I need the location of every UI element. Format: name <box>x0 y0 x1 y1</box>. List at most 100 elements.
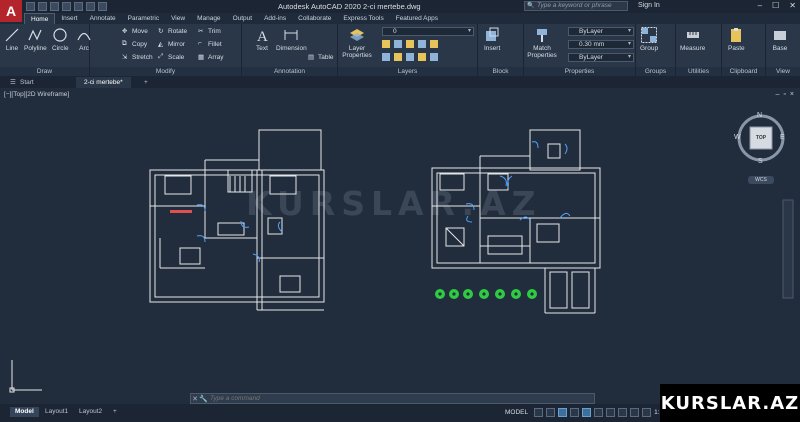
polyline-button[interactable]: Polyline <box>24 27 47 52</box>
line-button[interactable]: Line <box>4 27 20 52</box>
grid-icon[interactable] <box>534 408 544 417</box>
tab-insert[interactable]: Insert <box>55 13 83 24</box>
dimension-button[interactable]: Dimension <box>276 27 307 52</box>
selection-cycling-icon[interactable] <box>630 408 640 417</box>
new-tab-button[interactable]: + <box>140 77 152 88</box>
color-dropdown[interactable]: ByLayer <box>568 27 634 36</box>
viewcube-top-label[interactable]: TOP <box>750 135 772 141</box>
fillet-button[interactable]: ⌐ Fillet <box>198 40 222 48</box>
layer-isolate-icon[interactable] <box>394 40 402 48</box>
wcs-menu[interactable]: WCS <box>748 176 774 184</box>
layer-unisolate-icon[interactable] <box>394 53 402 61</box>
viewcube-east-label[interactable]: E <box>780 134 785 141</box>
tab-view[interactable]: View <box>165 13 191 24</box>
open-icon[interactable] <box>38 2 47 11</box>
measure-button[interactable]: Measure <box>680 27 705 52</box>
mirror-button[interactable]: ◭ Mirror <box>158 40 185 49</box>
array-button[interactable]: ▦ Array <box>198 53 224 62</box>
command-close-icon[interactable]: ✕ <box>191 395 199 403</box>
layer-off-icon[interactable] <box>430 40 438 48</box>
ortho-icon[interactable] <box>558 408 568 417</box>
redo-icon[interactable] <box>98 2 107 11</box>
otrack-icon[interactable] <box>594 408 604 417</box>
save-icon[interactable] <box>50 2 59 11</box>
plot-icon[interactable] <box>74 2 83 11</box>
view-panel-title[interactable]: View <box>766 67 800 76</box>
tab-add-ins[interactable]: Add-ins <box>258 13 292 24</box>
search-input[interactable]: Type a keyword or phrase <box>524 1 628 11</box>
autocad-logo-button[interactable]: A <box>0 0 22 22</box>
layer-dropdown[interactable]: 0 <box>382 27 474 36</box>
layer-merge-icon[interactable] <box>418 53 426 61</box>
new-icon[interactable] <box>26 2 35 11</box>
rotate-button[interactable]: ↻ Rotate <box>158 27 187 36</box>
layers-panel-title[interactable]: Layers <box>338 67 477 76</box>
maximize-icon[interactable]: ☐ <box>772 1 779 10</box>
undo-icon[interactable] <box>86 2 95 11</box>
close-icon[interactable]: ✕ <box>789 1 796 10</box>
copy-button[interactable]: ⧉ Copy <box>122 40 147 48</box>
paste-button[interactable]: Paste <box>728 27 745 52</box>
doc-tab-start[interactable]: Start <box>12 77 42 88</box>
layer-freeze-icon[interactable] <box>382 40 390 48</box>
save-as-icon[interactable] <box>62 2 71 11</box>
stretch-button[interactable]: ⇲ Stretch <box>122 53 153 62</box>
line-icon <box>5 28 19 42</box>
lineweight-dropdown[interactable]: 0.30 mm <box>568 40 634 49</box>
layer-match-icon[interactable] <box>418 40 426 48</box>
tab-home[interactable]: Home <box>24 13 56 24</box>
annotation-panel-title[interactable]: Annotation <box>242 67 337 76</box>
navigation-bar[interactable] <box>782 199 794 299</box>
viewcube-south-label[interactable]: S <box>758 158 763 165</box>
viewcube-north-label[interactable]: N <box>757 112 762 119</box>
tab-express-tools[interactable]: Express Tools <box>337 13 389 24</box>
snap-icon[interactable] <box>546 408 556 417</box>
minimize-icon[interactable]: – <box>758 1 762 10</box>
polar-icon[interactable] <box>570 408 580 417</box>
linetype-dropdown[interactable]: ByLayer <box>568 53 634 62</box>
properties-panel-title[interactable]: Properties <box>524 67 635 76</box>
tab-output[interactable]: Output <box>227 13 259 24</box>
tab-parametric[interactable]: Parametric <box>122 13 165 24</box>
tab-featured-apps[interactable]: Featured Apps <box>390 13 444 24</box>
group-button[interactable]: Group <box>640 27 658 52</box>
utilities-panel-title[interactable]: Utilities <box>676 67 721 76</box>
modify-panel-title[interactable]: Modify <box>90 67 241 76</box>
model-space-label[interactable]: MODEL <box>505 409 528 416</box>
layout-tab-layout2[interactable]: Layout2 <box>74 407 107 417</box>
sign-in-link[interactable]: Sign In <box>638 2 660 9</box>
tab-collaborate[interactable]: Collaborate <box>292 13 337 24</box>
osnap-icon[interactable] <box>582 408 592 417</box>
layer-lock-icon[interactable] <box>406 40 414 48</box>
layout-tab-model[interactable]: Model <box>10 407 39 417</box>
tab-manage[interactable]: Manage <box>191 13 227 24</box>
block-panel-title[interactable]: Block <box>478 67 523 76</box>
command-input[interactable] <box>207 395 557 402</box>
drawing-canvas[interactable]: [−][Top][2D Wireframe] – ▫ × KURSLAR.AZ <box>0 88 800 404</box>
scale-button[interactable]: ⤢ Scale <box>158 53 184 61</box>
move-button[interactable]: ✥ Move <box>122 27 148 36</box>
text-button[interactable]: A Text <box>254 27 270 52</box>
lineweight-toggle-icon[interactable] <box>606 408 616 417</box>
tab-annotate[interactable]: Annotate <box>84 13 122 24</box>
draw-panel-title[interactable]: Draw <box>0 67 89 76</box>
command-settings-icon[interactable]: 🔧 <box>199 395 208 403</box>
base-button[interactable]: Base <box>772 27 788 52</box>
trim-button[interactable]: ✂ Trim <box>198 27 221 36</box>
clipboard-panel-title[interactable]: Clipboard <box>722 67 765 76</box>
layer-delete-icon[interactable] <box>430 53 438 61</box>
doc-tab-drawing[interactable]: 2-ci mertebe* <box>76 77 131 88</box>
add-layout-button[interactable]: + <box>108 407 122 417</box>
layer-walk-icon[interactable] <box>406 53 414 61</box>
groups-panel-title[interactable]: Groups <box>636 67 675 76</box>
layout-tab-layout1[interactable]: Layout1 <box>40 407 73 417</box>
layer-previous-icon[interactable] <box>382 53 390 61</box>
layer-properties-button[interactable]: Layer Properties <box>342 27 372 59</box>
transparency-icon[interactable] <box>618 408 628 417</box>
table-button[interactable]: ▤ Table <box>308 53 334 62</box>
insert-button[interactable]: Insert <box>484 27 500 52</box>
annotation-scale-icon[interactable] <box>642 408 652 417</box>
match-properties-button[interactable]: Match Properties <box>527 27 557 59</box>
circle-button[interactable]: Circle <box>52 27 69 52</box>
viewcube-west-label[interactable]: W <box>734 134 741 141</box>
